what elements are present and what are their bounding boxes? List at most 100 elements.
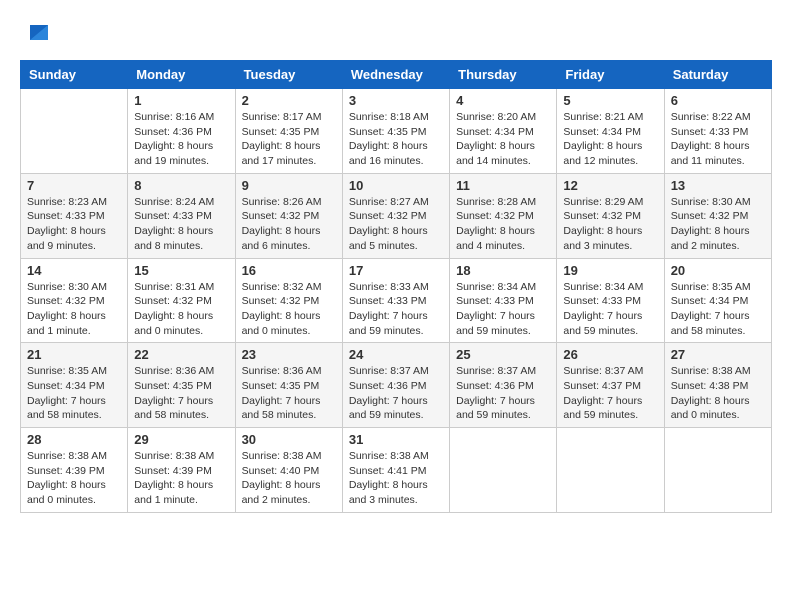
day-info: Sunrise: 8:38 AMSunset: 4:39 PMDaylight:… (27, 449, 121, 508)
day-info: Sunrise: 8:36 AMSunset: 4:35 PMDaylight:… (242, 364, 336, 423)
page-header (20, 20, 772, 50)
day-info: Sunrise: 8:37 AMSunset: 4:37 PMDaylight:… (563, 364, 657, 423)
calendar-table: SundayMondayTuesdayWednesdayThursdayFrid… (20, 60, 772, 513)
weekday-header-wednesday: Wednesday (342, 61, 449, 89)
day-info: Sunrise: 8:32 AMSunset: 4:32 PMDaylight:… (242, 280, 336, 339)
day-number: 23 (242, 347, 336, 362)
day-number: 22 (134, 347, 228, 362)
calendar-row: 14 Sunrise: 8:30 AMSunset: 4:32 PMDayligh… (21, 258, 772, 343)
day-info: Sunrise: 8:27 AMSunset: 4:32 PMDaylight:… (349, 195, 443, 254)
calendar-cell: 17Sunrise: 8:33 AMSunset: 4:33 PMDayligh… (342, 258, 449, 343)
calendar-cell: 11 Sunrise: 8:28 AMSunset: 4:32 PMDayligh… (450, 173, 557, 258)
day-number: 6 (671, 93, 765, 108)
day-info: Sunrise: 8:34 AMSunset: 4:33 PMDaylight:… (456, 280, 550, 339)
day-info: Sunrise: 8:35 AMSunset: 4:34 PMDaylight:… (671, 280, 765, 339)
day-info: Sunrise: 8:21 AMSunset: 4:34 PMDaylight:… (563, 110, 657, 169)
calendar-cell: 14 Sunrise: 8:30 AMSunset: 4:32 PMDayligh… (21, 258, 128, 343)
day-number: 29 (134, 432, 228, 447)
calendar-cell: 3Sunrise: 8:18 AMSunset: 4:35 PMDaylight… (342, 89, 449, 174)
calendar-cell: 2 Sunrise: 8:17 AMSunset: 4:35 PMDaylight… (235, 89, 342, 174)
calendar-cell (21, 89, 128, 174)
day-number: 20 (671, 263, 765, 278)
calendar-cell: 20 Sunrise: 8:35 AMSunset: 4:34 PMDayligh… (664, 258, 771, 343)
day-number: 13 (671, 178, 765, 193)
day-number: 21 (27, 347, 121, 362)
calendar-cell: 15Sunrise: 8:31 AMSunset: 4:32 PMDayligh… (128, 258, 235, 343)
calendar-row: 21 Sunrise: 8:35 AMSunset: 4:34 PMDayligh… (21, 343, 772, 428)
day-number: 10 (349, 178, 443, 193)
day-number: 30 (242, 432, 336, 447)
day-info: Sunrise: 8:22 AMSunset: 4:33 PMDaylight:… (671, 110, 765, 169)
calendar-cell: 6 Sunrise: 8:22 AMSunset: 4:33 PMDaylight… (664, 89, 771, 174)
day-number: 15 (134, 263, 228, 278)
day-number: 31 (349, 432, 443, 447)
day-info: Sunrise: 8:34 AMSunset: 4:33 PMDaylight:… (563, 280, 657, 339)
day-number: 2 (242, 93, 336, 108)
day-number: 9 (242, 178, 336, 193)
calendar-header-row: SundayMondayTuesdayWednesdayThursdayFrid… (21, 61, 772, 89)
day-info: Sunrise: 8:38 AMSunset: 4:38 PMDaylight:… (671, 364, 765, 423)
calendar-cell: 10 Sunrise: 8:27 AMSunset: 4:32 PMDayligh… (342, 173, 449, 258)
day-info: Sunrise: 8:23 AMSunset: 4:33 PMDaylight:… (27, 195, 121, 254)
calendar-cell: 8Sunrise: 8:24 AMSunset: 4:33 PMDaylight… (128, 173, 235, 258)
day-number: 1 (134, 93, 228, 108)
calendar-row: 1Sunrise: 8:16 AMSunset: 4:36 PMDaylight… (21, 89, 772, 174)
day-info: Sunrise: 8:26 AMSunset: 4:32 PMDaylight:… (242, 195, 336, 254)
day-info: Sunrise: 8:30 AMSunset: 4:32 PMDaylight:… (671, 195, 765, 254)
day-number: 28 (27, 432, 121, 447)
calendar-cell (664, 428, 771, 513)
weekday-header-saturday: Saturday (664, 61, 771, 89)
day-info: Sunrise: 8:38 AMSunset: 4:40 PMDaylight:… (242, 449, 336, 508)
day-info: Sunrise: 8:28 AMSunset: 4:32 PMDaylight:… (456, 195, 550, 254)
calendar-cell: 26 Sunrise: 8:37 AMSunset: 4:37 PMDayligh… (557, 343, 664, 428)
day-number: 27 (671, 347, 765, 362)
calendar-cell: 1Sunrise: 8:16 AMSunset: 4:36 PMDaylight… (128, 89, 235, 174)
calendar-cell: 9 Sunrise: 8:26 AMSunset: 4:32 PMDaylight… (235, 173, 342, 258)
day-number: 24 (349, 347, 443, 362)
day-info: Sunrise: 8:17 AMSunset: 4:35 PMDaylight:… (242, 110, 336, 169)
day-info: Sunrise: 8:37 AMSunset: 4:36 PMDaylight:… (349, 364, 443, 423)
calendar-cell: 4 Sunrise: 8:20 AMSunset: 4:34 PMDaylight… (450, 89, 557, 174)
day-info: Sunrise: 8:30 AMSunset: 4:32 PMDaylight:… (27, 280, 121, 339)
day-info: Sunrise: 8:35 AMSunset: 4:34 PMDaylight:… (27, 364, 121, 423)
calendar-row: 7 Sunrise: 8:23 AMSunset: 4:33 PMDaylight… (21, 173, 772, 258)
day-number: 11 (456, 178, 550, 193)
calendar-cell: 5Sunrise: 8:21 AMSunset: 4:34 PMDaylight… (557, 89, 664, 174)
weekday-header-monday: Monday (128, 61, 235, 89)
day-number: 7 (27, 178, 121, 193)
calendar-cell: 29Sunrise: 8:38 AMSunset: 4:39 PMDayligh… (128, 428, 235, 513)
logo (20, 20, 54, 50)
weekday-header-friday: Friday (557, 61, 664, 89)
calendar-cell: 13 Sunrise: 8:30 AMSunset: 4:32 PMDayligh… (664, 173, 771, 258)
day-info: Sunrise: 8:24 AMSunset: 4:33 PMDaylight:… (134, 195, 228, 254)
calendar-cell: 16 Sunrise: 8:32 AMSunset: 4:32 PMDayligh… (235, 258, 342, 343)
day-number: 26 (563, 347, 657, 362)
day-info: Sunrise: 8:29 AMSunset: 4:32 PMDaylight:… (563, 195, 657, 254)
weekday-header-sunday: Sunday (21, 61, 128, 89)
calendar-cell: 31 Sunrise: 8:38 AMSunset: 4:41 PMDayligh… (342, 428, 449, 513)
day-number: 16 (242, 263, 336, 278)
day-number: 14 (27, 263, 121, 278)
calendar-cell: 28 Sunrise: 8:38 AMSunset: 4:39 PMDayligh… (21, 428, 128, 513)
weekday-header-tuesday: Tuesday (235, 61, 342, 89)
day-info: Sunrise: 8:38 AMSunset: 4:41 PMDaylight:… (349, 449, 443, 508)
day-number: 19 (563, 263, 657, 278)
day-info: Sunrise: 8:20 AMSunset: 4:34 PMDaylight:… (456, 110, 550, 169)
day-number: 17 (349, 263, 443, 278)
calendar-cell: 7 Sunrise: 8:23 AMSunset: 4:33 PMDaylight… (21, 173, 128, 258)
logo-icon (20, 20, 50, 50)
day-info: Sunrise: 8:37 AMSunset: 4:36 PMDaylight:… (456, 364, 550, 423)
day-info: Sunrise: 8:18 AMSunset: 4:35 PMDaylight:… (349, 110, 443, 169)
calendar-cell (450, 428, 557, 513)
day-info: Sunrise: 8:36 AMSunset: 4:35 PMDaylight:… (134, 364, 228, 423)
calendar-cell: 30 Sunrise: 8:38 AMSunset: 4:40 PMDayligh… (235, 428, 342, 513)
calendar-cell: 23 Sunrise: 8:36 AMSunset: 4:35 PMDayligh… (235, 343, 342, 428)
calendar-cell: 18 Sunrise: 8:34 AMSunset: 4:33 PMDayligh… (450, 258, 557, 343)
calendar-cell: 12Sunrise: 8:29 AMSunset: 4:32 PMDayligh… (557, 173, 664, 258)
calendar-cell: 19 Sunrise: 8:34 AMSunset: 4:33 PMDayligh… (557, 258, 664, 343)
calendar-cell (557, 428, 664, 513)
weekday-header-thursday: Thursday (450, 61, 557, 89)
day-number: 4 (456, 93, 550, 108)
day-number: 25 (456, 347, 550, 362)
day-number: 18 (456, 263, 550, 278)
